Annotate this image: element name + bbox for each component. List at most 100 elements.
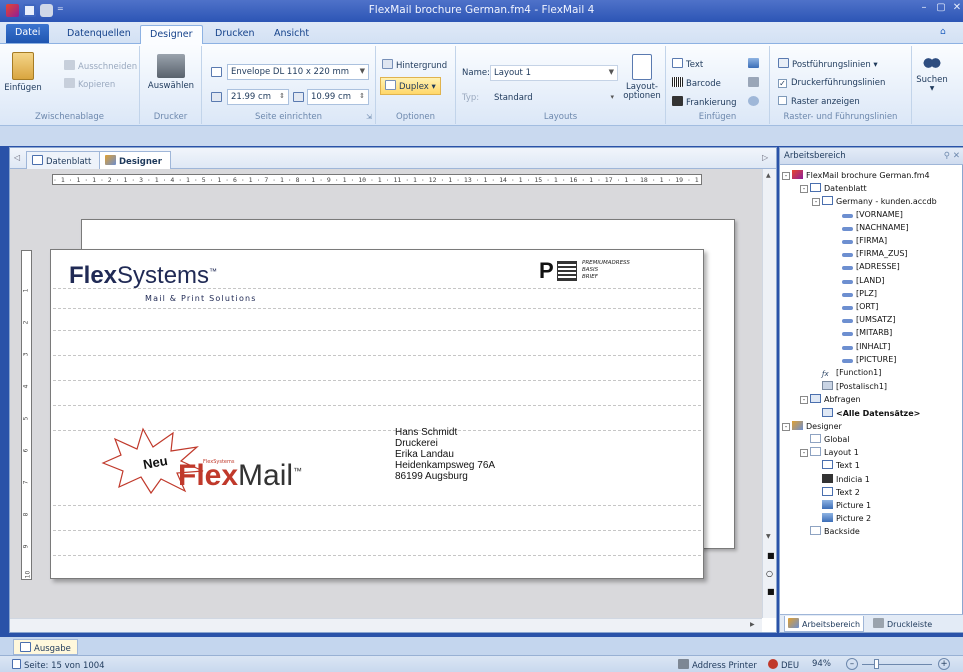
vertical-scrollbar[interactable]: ▲ ▼ ■ ○ ■ bbox=[762, 169, 776, 618]
tree-node[interactable]: [VORNAME] bbox=[842, 210, 903, 223]
insert-image-icon[interactable] bbox=[748, 58, 759, 68]
guide-line bbox=[53, 355, 701, 356]
tab-ausgabe[interactable]: Ausgabe bbox=[13, 639, 78, 655]
collapse-icon[interactable]: - bbox=[800, 449, 808, 458]
tree-node[interactable]: - FlexMail brochure German.fm4 bbox=[782, 170, 930, 183]
background-button[interactable]: Hintergrund bbox=[382, 59, 447, 71]
minimize-icon[interactable]: – bbox=[917, 2, 931, 16]
tree-node[interactable]: [ORT] bbox=[842, 302, 878, 315]
collapse-icon[interactable]: - bbox=[800, 396, 808, 405]
tree-node[interactable]: [Postalisch1] bbox=[822, 381, 887, 394]
layout-name-select[interactable]: Layout 1 ▼ bbox=[490, 65, 618, 81]
tree-node[interactable]: Text 2 bbox=[822, 486, 860, 500]
horizontal-scrollbar[interactable]: ▶ bbox=[10, 618, 762, 632]
tab-designer-doc[interactable]: Designer bbox=[99, 151, 171, 169]
copy-button[interactable]: Kopieren bbox=[64, 78, 115, 90]
tree-node[interactable]: Global bbox=[810, 434, 850, 447]
zoom-out-icon[interactable]: – bbox=[846, 658, 858, 670]
tree-node[interactable]: Indicia 1 bbox=[822, 473, 870, 487]
page-height-input[interactable]: 10.99 cm ⇕ bbox=[307, 89, 369, 105]
select-object-icon[interactable]: ○ bbox=[766, 569, 773, 578]
envelope-front[interactable]: FlexSystems™ Mail & Print Solutions P PR… bbox=[50, 249, 704, 579]
postal-guides-button[interactable]: Postführungslinien ▾ bbox=[778, 58, 878, 70]
insert-text-button[interactable]: Text bbox=[672, 58, 703, 70]
zoom-slider-thumb[interactable] bbox=[874, 659, 879, 669]
address-block[interactable]: Hans Schmidt Druckerei Erika Landau Heid… bbox=[395, 427, 495, 482]
scroll-right-icon[interactable]: ▶ bbox=[750, 621, 755, 628]
tree-node[interactable]: Text 1 bbox=[822, 460, 860, 473]
tree-node[interactable]: [FIRMA] bbox=[842, 236, 887, 249]
tree-node[interactable]: ƒx [Function1] bbox=[822, 368, 881, 381]
tab-ansicht[interactable]: Ansicht bbox=[265, 25, 318, 44]
tab-scroll-left-icon[interactable]: ◁ bbox=[14, 153, 20, 162]
chevron-down-icon: ▼ bbox=[929, 85, 935, 92]
tree-node[interactable]: - Designer bbox=[782, 420, 842, 434]
help-icon[interactable]: ⌂ bbox=[940, 27, 946, 37]
duplex-button[interactable]: Duplex ▾ bbox=[380, 77, 441, 95]
scroll-up-icon[interactable]: ▲ bbox=[766, 172, 771, 179]
design-canvas[interactable]: · 1 · 1 · 1 · 2 · 1 · 3 · 1 · 4 · 1 · 5 … bbox=[10, 169, 762, 618]
close-icon[interactable]: ✕ bbox=[950, 2, 963, 16]
flexmail-logo[interactable]: Neu FlexSystems FlexMail™ bbox=[93, 425, 333, 505]
postage-indicia[interactable]: P PREMIUMADRESS BASIS BRIEF bbox=[539, 258, 659, 288]
paste-button[interactable]: Einfügen bbox=[4, 52, 42, 93]
collapse-icon[interactable]: - bbox=[782, 172, 790, 180]
prev-page-icon[interactable]: ■ bbox=[767, 551, 775, 560]
collapse-icon[interactable]: - bbox=[800, 185, 808, 194]
background-icon bbox=[382, 59, 393, 69]
tab-scroll-right-icon[interactable]: ▷ bbox=[762, 153, 768, 162]
restore-icon[interactable]: ▢ bbox=[934, 2, 948, 16]
search-button[interactable]: Suchen ▼ bbox=[914, 54, 950, 92]
tree-node[interactable]: - Abfragen bbox=[800, 394, 861, 407]
tree-node[interactable]: [LAND] bbox=[842, 276, 885, 289]
tab-arbeitsbereich[interactable]: Arbeitsbereich bbox=[784, 616, 865, 632]
pin-icon[interactable]: ⚲ bbox=[944, 151, 950, 161]
select-printer-button[interactable]: Auswählen bbox=[146, 54, 196, 91]
collapse-icon[interactable]: - bbox=[782, 422, 790, 431]
collapse-icon[interactable]: - bbox=[812, 198, 820, 207]
tree-node[interactable]: [MITARB] bbox=[842, 328, 892, 341]
tree-node[interactable]: [PLZ] bbox=[842, 289, 877, 302]
tab-druckleiste[interactable]: Druckleiste bbox=[870, 616, 935, 632]
show-grid-checkbox[interactable]: Raster anzeigen bbox=[778, 96, 860, 107]
insert-more-icon[interactable] bbox=[748, 96, 759, 106]
tab-datenblatt[interactable]: Datenblatt bbox=[26, 151, 101, 169]
scroll-down-icon[interactable]: ▼ bbox=[766, 533, 771, 540]
flexsystems-logo[interactable]: FlexSystems™ bbox=[69, 262, 217, 290]
tree-node[interactable]: [UMSATZ] bbox=[842, 315, 895, 328]
next-page-icon[interactable]: ■ bbox=[767, 587, 775, 596]
language-status[interactable]: DEU bbox=[768, 659, 799, 671]
tree-node[interactable]: [INHALT] bbox=[842, 342, 890, 355]
zoom-slider[interactable] bbox=[862, 659, 932, 669]
tree-node[interactable]: - Datenblatt bbox=[800, 183, 867, 196]
zoom-in-icon[interactable]: + bbox=[938, 658, 950, 670]
dialog-launcher-icon[interactable]: ⇲ bbox=[366, 113, 372, 121]
tree-node[interactable]: <Alle Datensätze> bbox=[822, 407, 920, 421]
close-icon[interactable]: ✕ bbox=[953, 151, 960, 161]
tree-node[interactable]: - Layout 1 bbox=[800, 447, 859, 460]
envelope-size-select[interactable]: Envelope DL 110 x 220 mm ▼ bbox=[227, 64, 369, 80]
insert-barcode-button[interactable]: Barcode bbox=[672, 77, 721, 89]
page-width-input[interactable]: 21.99 cm ⇕ bbox=[227, 89, 289, 105]
cut-button[interactable]: Ausschneiden bbox=[64, 60, 137, 72]
tree-node[interactable]: [NACHNAME] bbox=[842, 223, 909, 236]
tree-node[interactable]: Picture 1 bbox=[822, 500, 871, 513]
insert-shape-icon[interactable] bbox=[748, 77, 759, 87]
printer-icon bbox=[873, 618, 884, 628]
tab-designer[interactable]: Designer bbox=[140, 25, 203, 44]
layout-type-select[interactable]: Standard ▾ bbox=[490, 90, 618, 106]
tree-node[interactable]: [PICTURE] bbox=[842, 355, 896, 368]
tree-node[interactable]: Picture 2 bbox=[822, 513, 871, 526]
tree-node[interactable]: - Germany - kunden.accdb bbox=[812, 196, 937, 209]
printer-status[interactable]: Address Printer bbox=[678, 659, 757, 671]
tree-node[interactable]: Backside bbox=[810, 526, 860, 539]
tree-node[interactable]: [FIRMA_ZUS] bbox=[842, 249, 908, 262]
tab-drucken[interactable]: Drucken bbox=[206, 25, 264, 44]
printer-guides-checkbox[interactable]: ✓ Druckerführungslinien bbox=[778, 78, 885, 88]
tree-node-label: Backside bbox=[824, 527, 860, 537]
tab-datei[interactable]: Datei bbox=[6, 24, 50, 43]
tree-node[interactable]: [ADRESSE] bbox=[842, 262, 900, 275]
tab-datenquellen[interactable]: Datenquellen bbox=[58, 25, 140, 44]
layout-options-button[interactable]: Layout- optionen bbox=[622, 54, 662, 101]
insert-postage-button[interactable]: Frankierung bbox=[672, 96, 737, 108]
